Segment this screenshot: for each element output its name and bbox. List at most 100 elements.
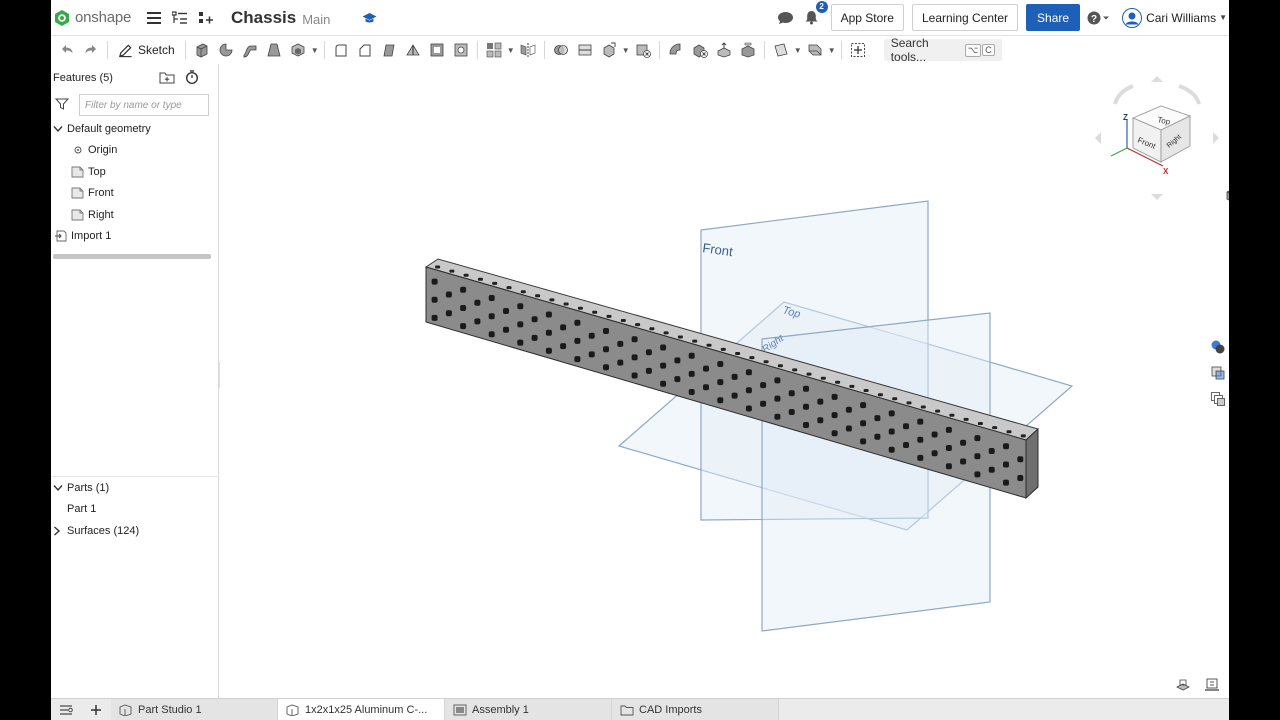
feature-item-right[interactable]: Right (51, 204, 218, 226)
search-tools-input[interactable]: Search tools... ⌥ C (883, 36, 1002, 64)
default-geometry-group[interactable]: Default geometry (51, 118, 218, 140)
rotate-left-icon[interactable] (1095, 132, 1101, 144)
toolbar-divider (543, 41, 545, 59)
draft-icon[interactable] (377, 38, 401, 62)
app-store-button[interactable]: App Store (830, 4, 904, 31)
tab-manager-icon[interactable] (51, 699, 81, 720)
chevron-down-icon[interactable]: ▼ (621, 38, 631, 62)
part-item[interactable]: Part 1 (51, 499, 219, 521)
rotate-right-icon[interactable] (1213, 132, 1219, 144)
boolean-icon[interactable] (549, 38, 573, 62)
tab-part-studio-1[interactable]: Part Studio 1 (111, 699, 278, 720)
rollback-timer-icon[interactable] (185, 69, 199, 87)
notifications-icon[interactable]: 2 (799, 0, 828, 31)
extrude-icon[interactable] (190, 38, 214, 62)
branch-name[interactable]: Main (302, 12, 330, 27)
add-tab-button[interactable] (81, 699, 111, 720)
share-button[interactable]: Share (1026, 4, 1081, 31)
surfaces-group[interactable]: Surfaces (124) (51, 520, 219, 542)
model-scene[interactable]: Front Top Right (220, 64, 1229, 698)
versions-icon[interactable] (167, 5, 193, 31)
revolve-icon[interactable] (214, 38, 238, 62)
axis-x-label: X (1163, 167, 1169, 176)
delete-part-icon[interactable] (631, 38, 655, 62)
chevron-down-icon[interactable]: ▼ (793, 38, 803, 62)
add-folder-icon[interactable] (159, 70, 175, 87)
thicken-icon[interactable] (286, 38, 310, 62)
document-title[interactable]: Chassis (231, 8, 296, 28)
onshape-logo[interactable]: onshape (53, 9, 133, 27)
rotate-ccw-icon[interactable] (1113, 84, 1134, 105)
view-cube[interactable]: Top Front Right Z X (1093, 74, 1223, 204)
feature-item-import[interactable]: Import 1 (51, 226, 218, 248)
feature-item-top[interactable]: Top (51, 161, 218, 183)
tab-aluminum-c-channel[interactable]: 1x2x1x25 Aluminum C-... (278, 699, 445, 720)
chevron-right-icon[interactable] (53, 526, 67, 536)
tab-cad-imports[interactable]: CAD Imports (612, 699, 779, 720)
beam-hole (660, 380, 667, 387)
chevron-down-icon[interactable]: ▼ (506, 38, 516, 62)
undo-icon[interactable] (55, 38, 79, 62)
linear-pattern-icon[interactable] (482, 38, 506, 62)
help-icon[interactable]: ? (1084, 5, 1114, 31)
shell-icon[interactable] (425, 38, 449, 62)
beam-hole (660, 362, 667, 369)
section-view-icon[interactable] (1175, 678, 1191, 695)
filter-icon[interactable] (54, 98, 70, 113)
learning-center-button[interactable]: Learning Center (911, 4, 1019, 31)
loft-icon[interactable] (262, 38, 286, 62)
menu-icon[interactable] (141, 5, 167, 31)
rotate-down-icon[interactable] (1151, 194, 1163, 200)
user-menu[interactable]: Cari Williams ▼ (1122, 7, 1227, 28)
beam-hole (845, 406, 852, 413)
fillet-icon[interactable] (329, 38, 353, 62)
rib-icon[interactable] (401, 38, 425, 62)
feature-list-scrollbar[interactable] (53, 254, 211, 259)
chevron-down-icon[interactable] (53, 484, 67, 492)
mirror-icon[interactable] (516, 38, 540, 62)
feature-item-front[interactable]: Front (51, 183, 218, 205)
graduation-cap-icon[interactable] (356, 5, 382, 31)
part-label: Part 1 (67, 503, 97, 516)
beam-hole (960, 458, 967, 465)
feature-item-origin[interactable]: Origin (51, 140, 218, 162)
beam-hole (460, 323, 467, 330)
insert-icon[interactable] (193, 5, 219, 31)
replace-face-icon[interactable] (736, 38, 760, 62)
svg-text:?: ? (1091, 14, 1097, 25)
move-face-icon[interactable] (712, 38, 736, 62)
tab-assembly-1[interactable]: Assembly 1 (445, 699, 612, 720)
chevron-down-icon[interactable] (53, 125, 67, 133)
appearance-panel-icon[interactable] (1207, 336, 1229, 358)
beam-hole (617, 359, 624, 366)
redo-icon[interactable] (79, 38, 103, 62)
rotate-up-icon[interactable] (1151, 76, 1163, 82)
bill-of-materials-icon[interactable] (1207, 362, 1229, 384)
beam-hole (1003, 443, 1009, 450)
chamfer-icon[interactable] (353, 38, 377, 62)
chevron-down-icon[interactable]: ▼ (827, 38, 837, 62)
delete-face-icon[interactable] (688, 38, 712, 62)
part-studio-icon (286, 704, 299, 716)
feature-filter-input[interactable]: Filter by name or type (79, 94, 209, 116)
sweep-icon[interactable] (238, 38, 262, 62)
sketch-button[interactable]: Sketch (112, 38, 181, 62)
beam-hole (788, 409, 795, 415)
configurations-icon[interactable] (1207, 388, 1229, 410)
comments-icon[interactable] (773, 5, 799, 31)
hole-icon[interactable] (449, 38, 473, 62)
rotate-cw-icon[interactable] (1178, 84, 1201, 105)
view-options-button[interactable] (1225, 186, 1229, 204)
add-custom-feature-icon[interactable] (846, 38, 870, 62)
measure-icon[interactable] (1204, 678, 1220, 695)
split-icon[interactable] (573, 38, 597, 62)
sheet-metal-icon[interactable] (803, 38, 827, 62)
parts-group[interactable]: Parts (1) (51, 477, 219, 499)
beam-hole (674, 357, 681, 364)
plane-icon[interactable] (769, 38, 793, 62)
graphics-viewport[interactable]: Front Top Right Top Front Right Z X (220, 64, 1229, 698)
modify-fillet-icon[interactable] (664, 38, 688, 62)
beam-slot (449, 269, 455, 273)
chevron-down-icon[interactable]: ▼ (310, 38, 320, 62)
transform-icon[interactable] (597, 38, 621, 62)
